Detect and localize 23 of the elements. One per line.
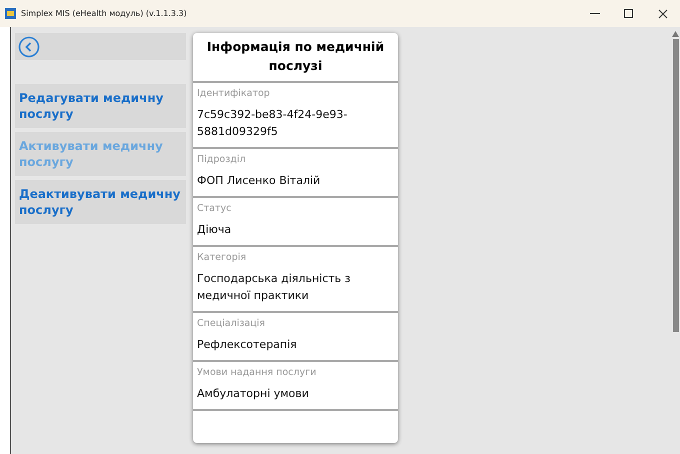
- field-value: Господарська діяльність з медичної практики: [197, 271, 352, 304]
- maximize-icon: [624, 8, 634, 18]
- field-label: Підрозділ: [197, 154, 247, 165]
- action-button[interactable]: Деактивувати медичну послугу: [15, 180, 186, 224]
- minimize-icon: [590, 12, 600, 14]
- card-title: Інформація по медичній послузі: [193, 33, 398, 83]
- field-label: Ідентифікатор: [197, 88, 271, 99]
- field-label: Статус: [197, 203, 232, 214]
- field-label: Категорія: [197, 252, 248, 263]
- field-value: Амбулаторні умови: [197, 386, 310, 402]
- field-value: ФОП Лисенко Віталій: [197, 173, 322, 189]
- field-value: 7c59c392-be83-4f24-9e93-5881d09329f5: [197, 107, 348, 140]
- action-button[interactable]: Редагувати медичну послугу: [15, 84, 186, 128]
- close-icon: [658, 8, 668, 18]
- field-label: Спеціалізація: [197, 318, 266, 329]
- app-icon: [5, 8, 16, 19]
- back-button[interactable]: [18, 36, 40, 58]
- field-label: Умови надання послуги: [197, 367, 318, 378]
- back-icon: [18, 36, 40, 58]
- window-title: Simplex MIS (eHealth модуль) (v.1.1.3.3): [21, 9, 188, 18]
- field-value: Діюча: [197, 222, 232, 238]
- field-value: Рефлексотерапія: [197, 337, 298, 353]
- scroll-up-icon[interactable]: [672, 31, 679, 37]
